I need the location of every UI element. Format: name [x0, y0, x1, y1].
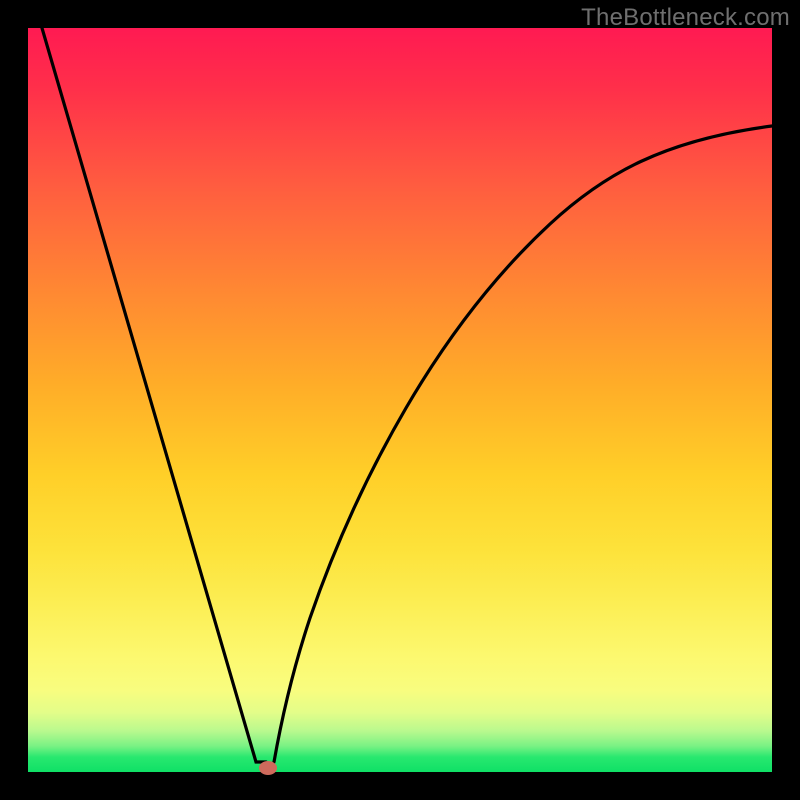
- curve-right-branch: [274, 126, 772, 762]
- watermark-text: TheBottleneck.com: [581, 4, 790, 32]
- bottleneck-curve: [28, 28, 772, 772]
- minimum-marker: [259, 761, 277, 775]
- chart-frame: TheBottleneck.com: [0, 0, 800, 800]
- plot-area: [28, 28, 772, 772]
- curve-left-branch: [42, 28, 266, 762]
